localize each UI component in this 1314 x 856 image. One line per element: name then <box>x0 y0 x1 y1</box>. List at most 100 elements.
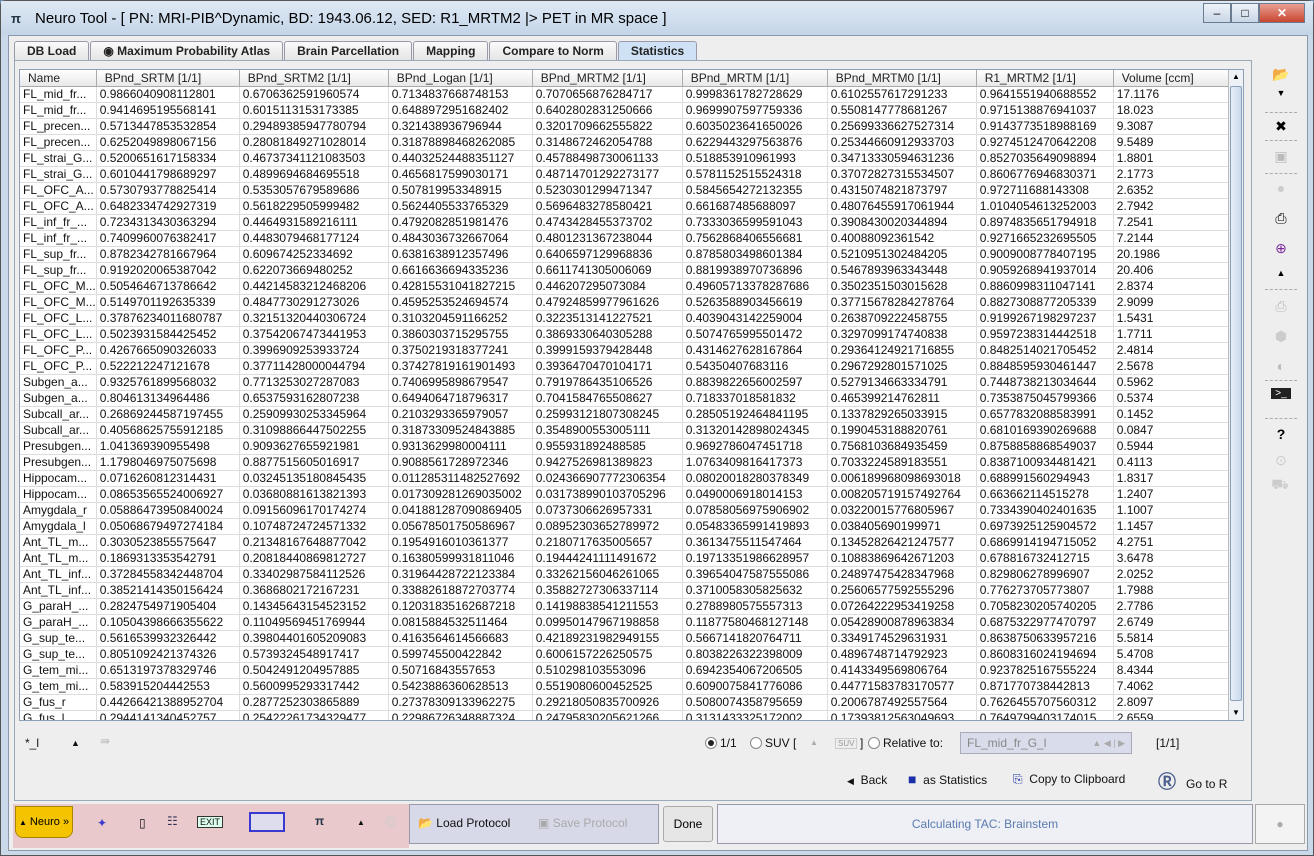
save-protocol-button[interactable]: ▣ Save Protocol <box>538 816 627 830</box>
forward-arrow-icon[interactable]: ⇛ <box>100 734 110 748</box>
column-header[interactable]: BPnd_MRTM0 [1/1] <box>827 70 977 87</box>
table-row[interactable]: Ant_TL_m... 0.3030523855575647 0.213481676… <box>20 534 1232 551</box>
close-data-icon[interactable]: ✖ <box>1271 118 1291 135</box>
tab-db-load[interactable]: DB Load <box>14 41 90 61</box>
open-folder-icon[interactable]: 📂 <box>1271 66 1291 83</box>
pi-tool-icon[interactable]: π <box>315 814 324 828</box>
collapse-arrow-icon[interactable]: ▲ <box>1271 268 1291 278</box>
table-row[interactable]: Presubgen... 1.1798046975075698 0.88775156… <box>20 454 1232 471</box>
table-row[interactable]: FL_sup_fr... 0.9192020065387042 0.62207366… <box>20 262 1232 279</box>
table-row[interactable]: Amygdala_r 0.05886473950840024 0.091560961… <box>20 502 1232 519</box>
table-row[interactable]: Subcall_ar... 0.40568625755912185 0.310988… <box>20 422 1232 439</box>
sort-up-icon[interactable]: ▲ <box>71 738 80 748</box>
table-row[interactable]: FL_OFC_A... 0.6482334742927319 0.561822950… <box>20 198 1232 215</box>
table-row[interactable]: Hippocam... 0.0716260812314431 0.032451351… <box>20 470 1232 487</box>
table-row[interactable]: FL_strai_G... 0.6010441798689297 0.4899694… <box>20 166 1232 183</box>
table-row[interactable]: FL_inf_fr_... 0.7409960076382417 0.4483079… <box>20 230 1232 247</box>
column-header[interactable]: BPnd_MRTM [1/1] <box>682 70 828 87</box>
table-row[interactable]: Subgen_a... 0.804613134964486 0.6537593162… <box>20 390 1232 407</box>
printer-icon[interactable]: ⎙ <box>1271 298 1291 315</box>
column-header[interactable]: Name <box>20 70 97 87</box>
suv-up-icon[interactable]: ▲ <box>810 738 818 747</box>
help-icon[interactable]: ? <box>1271 426 1291 442</box>
table-row[interactable]: FL_OFC_P... 0.4267665090326033 0.399690925… <box>20 342 1232 359</box>
table-row[interactable]: Ant_TL_inf... 0.37284558342448704 0.334029… <box>20 566 1232 583</box>
table-row[interactable]: FL_mid_fr... 0.9414695195568141 0.60151131… <box>20 102 1232 119</box>
save-statistics-button[interactable]: ■ as Statistics <box>908 771 987 787</box>
settings-icon[interactable]: ⊙ <box>1271 452 1291 469</box>
table-row[interactable]: FL_precen... 0.5713447853532854 0.29489385… <box>20 118 1232 135</box>
table-row[interactable]: Ant_TL_inf... 0.38521414350156424 0.368680… <box>20 582 1232 599</box>
table-row[interactable]: FL_sup_fr... 0.8782342781667964 0.60967425… <box>20 246 1232 263</box>
back-button[interactable]: ◀ Back <box>847 773 887 787</box>
radio-suv[interactable]: SUV [ <box>750 736 796 750</box>
column-header[interactable]: R1_MRTM2 [1/1] <box>976 70 1114 87</box>
radio-1-1[interactable]: 1/1 <box>705 736 737 750</box>
table-row[interactable]: G_sup_te... 0.8051092421374326 0.573932454… <box>20 646 1232 663</box>
table-row[interactable]: FL_OFC_M... 0.5149701192635339 0.484773029… <box>20 294 1232 311</box>
column-header[interactable]: BPnd_SRTM [1/1] <box>96 70 240 87</box>
table-row[interactable]: Ant_TL_m... 0.1869313353542791 0.208184408… <box>20 550 1232 567</box>
scroll-up-icon[interactable]: ▲ <box>1229 70 1243 84</box>
vertical-scrollbar[interactable]: ▲ ▼ <box>1228 70 1243 720</box>
column-header[interactable]: BPnd_SRTM2 [1/1] <box>239 70 389 87</box>
table-row[interactable]: G_paraH_... 0.10504398666355622 0.11049569… <box>20 614 1232 631</box>
table-row[interactable]: FL_inf_fr_... 0.7234313430363294 0.4464931… <box>20 214 1232 231</box>
done-button[interactable]: Done <box>663 806 713 842</box>
tab-statistics[interactable]: Statistics <box>617 41 698 61</box>
table-row[interactable]: Subgen_a... 0.9325761899568032 0.771325302… <box>20 374 1232 391</box>
table-row[interactable]: G_fus_l 0.2944141340452757 0.2542226173432… <box>20 710 1232 720</box>
tab-maximum-probability-atlas[interactable]: ◉ Maximum Probability Atlas <box>90 41 284 61</box>
table-row[interactable]: FL_mid_fr... 0.9866040908112801 0.67063625… <box>20 86 1232 103</box>
zoom-in-icon[interactable]: ⊕ <box>1271 240 1291 257</box>
table-row[interactable]: G_tem_mi... 0.583915204442553 0.5600995293… <box>20 678 1232 695</box>
table-row[interactable]: FL_OFC_M... 0.5054646713786642 0.442145832… <box>20 278 1232 295</box>
exit-icon[interactable]: EXIT <box>197 816 224 828</box>
column-header[interactable]: BPnd_Logan [1/1] <box>388 70 533 87</box>
circle-icon[interactable]: ● <box>1271 180 1291 196</box>
table-row[interactable]: Presubgen... 1.041369390955498 0.909362765… <box>20 438 1232 455</box>
table-row[interactable]: FL_OFC_A... 0.5730793778825414 0.535305767… <box>20 182 1232 199</box>
table-row[interactable]: Subcall_ar... 0.26869244587197455 0.259099… <box>20 406 1232 423</box>
neuro-module-button[interactable]: ▲ Neuro » <box>15 806 73 838</box>
print-icon[interactable]: ⎙ <box>1271 210 1291 227</box>
table-row[interactable]: FL_OFC_L... 0.37876234011680787 0.32151320… <box>20 310 1232 327</box>
minimize-button[interactable]: – <box>1203 3 1231 23</box>
collapse-icon[interactable]: ▲ <box>357 818 365 827</box>
copy-clipboard-button[interactable]: ⎘ Copy to Clipboard <box>1013 772 1125 787</box>
go-to-r-button[interactable]: Ⓡ Go to R <box>1158 768 1227 794</box>
brain-icon[interactable]: ⬢ <box>1271 328 1291 345</box>
close-button[interactable]: ✕ <box>1259 3 1305 23</box>
table-row[interactable]: G_tem_mi... 0.6513197378329746 0.504249120… <box>20 662 1232 679</box>
cylinder-icon[interactable]: ▯ <box>139 816 146 830</box>
name-filter[interactable]: *_l <box>25 736 39 750</box>
copyright-icon[interactable]: © <box>385 814 397 832</box>
contrast-icon[interactable]: ◐ <box>1271 358 1291 374</box>
table-row[interactable]: Amygdala_l 0.05068679497274184 0.107487247… <box>20 518 1232 535</box>
document-icon[interactable]: ☷ <box>167 814 178 828</box>
scrollbar-thumb[interactable] <box>1230 86 1242 701</box>
table-row[interactable]: FL_OFC_L... 0.5023931584425452 0.375420674… <box>20 326 1232 343</box>
dropdown-arrow-icon[interactable]: ▼ <box>1271 88 1291 98</box>
scroll-down-icon[interactable]: ▼ <box>1229 706 1243 720</box>
truck-icon[interactable]: ⛟ <box>1265 476 1295 495</box>
table-row[interactable]: G_sup_te... 0.5616539932326442 0.398044016… <box>20 630 1232 647</box>
table-row[interactable]: Hippocam... 0.08653565524006927 0.03680881… <box>20 486 1232 503</box>
table-row[interactable]: G_paraH_... 0.2824754971905404 0.143456431… <box>20 598 1232 615</box>
radio-relative[interactable]: Relative to: <box>868 736 943 750</box>
load-protocol-button[interactable]: 📂 Load Protocol <box>418 816 510 830</box>
table-row[interactable]: G_fus_r 0.44266421388952704 0.287725230386… <box>20 694 1232 711</box>
terminal-icon[interactable]: >_ <box>1271 388 1291 399</box>
table-row[interactable]: FL_OFC_P... 0.522212247121678 0.3771142800… <box>20 358 1232 375</box>
layout-icon[interactable] <box>249 812 285 832</box>
maximize-button[interactable]: □ <box>1231 3 1259 23</box>
tab-brain-parcellation[interactable]: Brain Parcellation <box>284 41 413 61</box>
relative-to-select[interactable]: FL_mid_fr_G_l ▲ ◀ | ▶ <box>960 732 1132 754</box>
select-arrows-icon[interactable]: ▲ ◀ | ▶ <box>1092 733 1125 753</box>
column-header[interactable]: Volume [ccm] <box>1113 70 1232 87</box>
column-header[interactable]: BPnd_MRTM2 [1/1] <box>532 70 683 87</box>
plugin-icon[interactable]: ✦ <box>97 816 107 830</box>
suv-button[interactable]: SUV <box>835 738 858 749</box>
table-row[interactable]: FL_precen... 0.6252049898067156 0.28081849… <box>20 134 1232 151</box>
tab-compare-to-norm[interactable]: Compare to Norm <box>489 41 617 61</box>
